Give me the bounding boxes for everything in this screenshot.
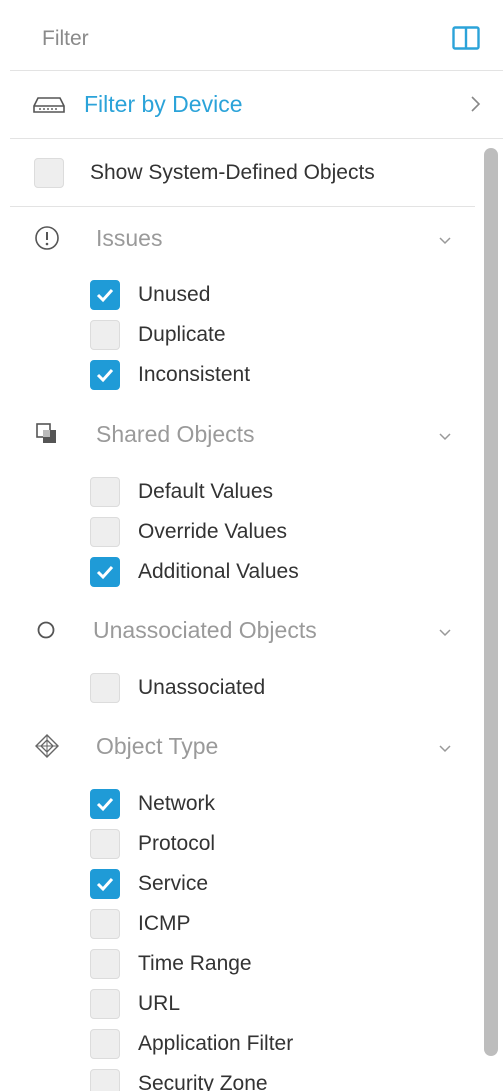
panel-title: Filter [42,27,89,50]
type-application-filter-label: Application Filter [138,1032,294,1055]
section-object-type[interactable]: Object Type [0,724,480,768]
type-icmp-label: ICMP [138,912,191,935]
type-url-label: URL [138,992,181,1015]
type-security-zone-label: Security Zone [138,1072,268,1091]
exclamation-circle-icon [34,225,60,251]
type-protocol-label: Protocol [138,832,216,855]
object-type-icon [34,733,60,759]
system-objects-checkbox[interactable] [34,158,64,188]
chevron-right-icon [469,94,483,114]
section-issues[interactable]: Issues [0,216,480,260]
filter-panel: Filter Filter by Device Show System-Defi… [0,0,503,1091]
panel-collapse-icon[interactable] [452,26,480,50]
shared-additional-values-label: Additional Values [138,560,299,583]
type-time-range-checkbox[interactable] [90,949,120,979]
type-application-filter-checkbox[interactable] [90,1029,120,1059]
type-icmp-checkbox[interactable] [90,909,120,939]
device-icon [32,96,66,114]
type-protocol-checkbox[interactable] [90,829,120,859]
issues-unused-checkbox[interactable] [90,280,120,310]
chevron-down-icon [438,429,452,441]
filter-by-device-row[interactable]: Filter by Device [0,71,503,138]
section-title: Unassociated Objects [93,617,317,643]
shared-override-values-label: Override Values [138,520,288,543]
section-title: Issues [96,225,163,251]
chevron-down-icon [438,233,452,245]
shared-objects-icon [34,421,60,447]
device-divider [10,138,503,139]
type-url-checkbox[interactable] [90,989,120,1019]
filter-by-device-label: Filter by Device [84,91,243,117]
type-network-label: Network [138,792,216,815]
type-time-range-label: Time Range [138,952,252,975]
chevron-down-icon [438,741,452,753]
issues-duplicate-checkbox[interactable] [90,320,120,350]
shared-default-values-label: Default Values [138,480,274,503]
section-title: Object Type [96,733,219,759]
type-service-label: Service [138,872,209,895]
issues-inconsistent-label: Inconsistent [138,363,251,386]
shared-additional-values-checkbox[interactable] [90,557,120,587]
circle-icon [34,617,60,643]
section-unassociated-objects[interactable]: Unassociated Objects [0,608,480,652]
filter-list[interactable]: Show System-Defined Objects Issues Unuse… [0,140,503,1091]
type-security-zone-checkbox[interactable] [90,1069,120,1091]
vertical-scrollbar[interactable] [484,148,498,1056]
issues-inconsistent-checkbox[interactable] [90,360,120,390]
shared-default-values-checkbox[interactable] [90,477,120,507]
section-shared-objects[interactable]: Shared Objects [0,412,480,456]
shared-override-values-checkbox[interactable] [90,517,120,547]
unassociated-label: Unassociated [138,676,266,699]
type-network-checkbox[interactable] [90,789,120,819]
section-title: Shared Objects [96,421,255,447]
system-objects-divider [10,206,475,207]
type-service-checkbox[interactable] [90,869,120,899]
system-objects-label: Show System-Defined Objects [90,161,375,184]
unassociated-checkbox[interactable] [90,673,120,703]
filter-header: Filter [0,0,503,70]
chevron-down-icon [438,625,452,637]
issues-unused-label: Unused [138,283,211,306]
issues-duplicate-label: Duplicate [138,323,226,346]
